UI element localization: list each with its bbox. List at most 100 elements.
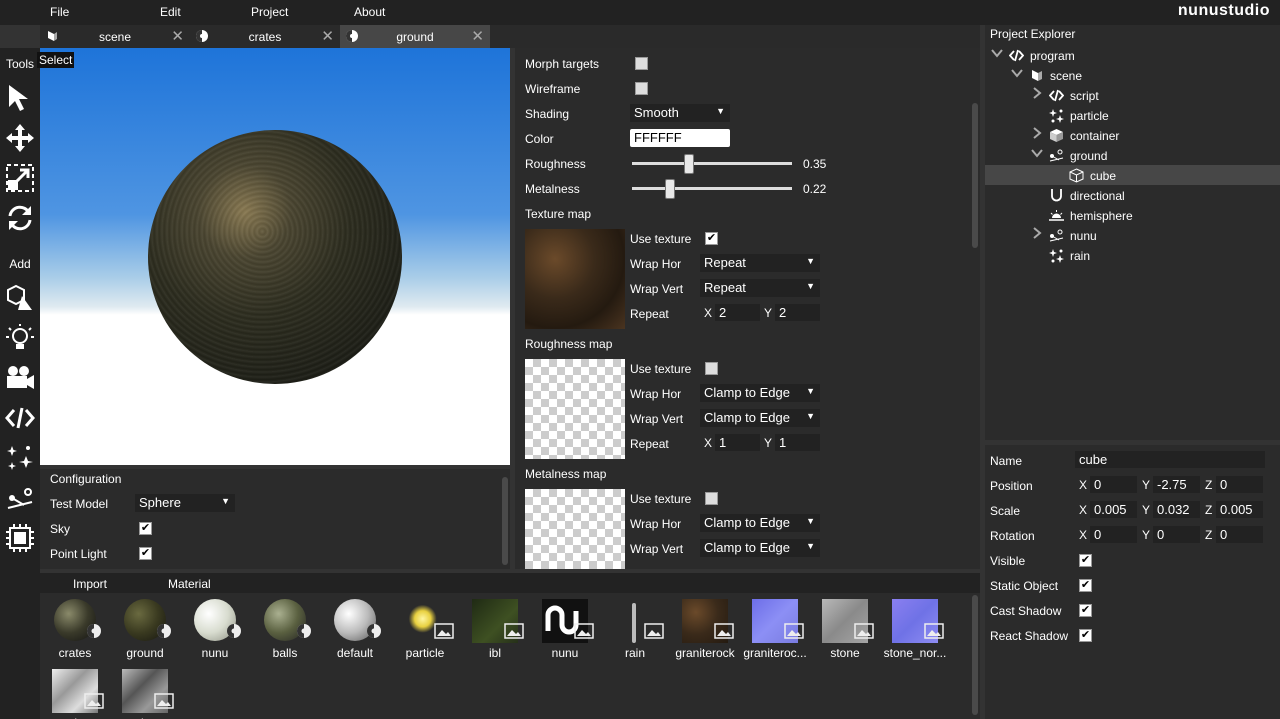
texture-wrap-vert-dropdown[interactable]: Repeat ▼ bbox=[700, 279, 820, 297]
metalness-slider-handle[interactable] bbox=[665, 179, 675, 199]
add-light-button[interactable] bbox=[4, 322, 36, 354]
asset-item[interactable]: default bbox=[320, 595, 390, 665]
asset-item[interactable]: nunu bbox=[180, 595, 250, 665]
tab-scene[interactable]: scene ✕ bbox=[40, 25, 190, 48]
tree-item-cube[interactable]: cube bbox=[985, 165, 1280, 185]
tab-ground[interactable]: ground ✕ bbox=[340, 25, 490, 48]
asset-scrollbar[interactable] bbox=[972, 595, 978, 715]
color-field[interactable]: FFFFFF bbox=[630, 129, 730, 147]
metalness-map-preview[interactable] bbox=[525, 489, 625, 569]
texture-repeat-x-input[interactable]: 2 bbox=[715, 304, 760, 321]
add-model-button[interactable] bbox=[4, 282, 36, 314]
asset-item[interactable]: metalness bbox=[40, 665, 110, 719]
add-camera-button[interactable] bbox=[4, 362, 36, 394]
metalness-value: 0.22 bbox=[803, 182, 827, 196]
roughness-wrap-vert-dropdown[interactable]: Clamp to Edge ▼ bbox=[700, 409, 820, 427]
asset-item[interactable]: nunu bbox=[530, 595, 600, 665]
add-misc-button[interactable] bbox=[4, 522, 36, 554]
rotation-x-input[interactable]: 0 bbox=[1090, 526, 1137, 543]
roughness-map-title: Roughness map bbox=[525, 337, 613, 351]
roughness-repeat-x-input[interactable]: 1 bbox=[715, 434, 760, 451]
position-y-input[interactable]: -2.75 bbox=[1153, 476, 1200, 493]
position-z-input[interactable]: 0 bbox=[1216, 476, 1263, 493]
move-tool-button[interactable] bbox=[4, 122, 36, 154]
morph-targets-checkbox[interactable] bbox=[635, 57, 648, 70]
texture-use-checkbox[interactable]: ✔ bbox=[705, 232, 718, 245]
image-icon bbox=[784, 623, 804, 639]
tree-item-scene[interactable]: scene bbox=[985, 65, 1280, 85]
metalness-slider-track[interactable] bbox=[632, 187, 792, 190]
roughness-map-preview[interactable] bbox=[525, 359, 625, 459]
name-input[interactable]: cube bbox=[1075, 451, 1265, 468]
menu-edit[interactable]: Edit bbox=[160, 5, 181, 19]
tree-item-hemisphere[interactable]: hemisphere bbox=[985, 205, 1280, 225]
roughness-slider-track[interactable] bbox=[632, 162, 792, 165]
asset-item[interactable]: stone bbox=[810, 595, 880, 665]
roughness-repeat-y-input[interactable]: 1 bbox=[775, 434, 820, 451]
test-model-dropdown[interactable]: Sphere ▼ bbox=[135, 494, 235, 512]
asset-item[interactable]: balls bbox=[250, 595, 320, 665]
asset-item[interactable]: crates bbox=[40, 595, 110, 665]
asset-item[interactable]: rain bbox=[600, 595, 670, 665]
scale-tool-button[interactable] bbox=[4, 162, 36, 194]
tree-item-rain[interactable]: rain bbox=[985, 245, 1280, 265]
asset-item[interactable]: particle bbox=[390, 595, 460, 665]
texture-repeat-y-input[interactable]: 2 bbox=[775, 304, 820, 321]
menu-project[interactable]: Project bbox=[251, 5, 288, 19]
add-script-button[interactable] bbox=[4, 402, 36, 434]
material-menu[interactable]: Material bbox=[168, 577, 211, 591]
chip-icon bbox=[6, 524, 34, 552]
texture-map-preview[interactable] bbox=[525, 229, 625, 329]
asset-item[interactable]: ground bbox=[110, 595, 180, 665]
tree-item-ground[interactable]: ground bbox=[985, 145, 1280, 165]
tree-item-container[interactable]: container bbox=[985, 125, 1280, 145]
wireframe-checkbox[interactable] bbox=[635, 82, 648, 95]
cast-shadow-checkbox[interactable]: ✔ bbox=[1079, 604, 1092, 617]
roughness-wrap-hor-dropdown[interactable]: Clamp to Edge ▼ bbox=[700, 384, 820, 402]
material-preview-viewport[interactable] bbox=[40, 48, 510, 465]
scale-x-input[interactable]: 0.005 bbox=[1090, 501, 1137, 518]
roughness-use-checkbox[interactable] bbox=[705, 362, 718, 375]
material-scrollbar[interactable] bbox=[972, 103, 978, 248]
close-icon[interactable]: ✕ bbox=[321, 27, 334, 45]
config-scrollbar[interactable] bbox=[502, 477, 508, 565]
tree-item-script[interactable]: script bbox=[985, 85, 1280, 105]
repeat-x-label: X bbox=[704, 306, 713, 320]
scale-y-input[interactable]: 0.032 bbox=[1153, 501, 1200, 518]
tab-crates[interactable]: crates ✕ bbox=[190, 25, 340, 48]
close-icon[interactable]: ✕ bbox=[471, 27, 484, 45]
position-x-input[interactable]: 0 bbox=[1090, 476, 1137, 493]
point-light-checkbox[interactable]: ✔ bbox=[139, 547, 152, 560]
sky-checkbox[interactable]: ✔ bbox=[139, 522, 152, 535]
select-tool-button[interactable] bbox=[4, 82, 36, 114]
texture-wrap-hor-dropdown[interactable]: Repeat ▼ bbox=[700, 254, 820, 272]
tree-item-particle[interactable]: particle bbox=[985, 105, 1280, 125]
menu-file[interactable]: File bbox=[50, 5, 69, 19]
visible-checkbox[interactable]: ✔ bbox=[1079, 554, 1092, 567]
tree-item-directional[interactable]: directional bbox=[985, 185, 1280, 205]
add-physics-button[interactable] bbox=[4, 482, 36, 514]
asset-item[interactable]: graniterock bbox=[670, 595, 740, 665]
scale-z-input[interactable]: 0.005 bbox=[1216, 501, 1263, 518]
asset-item[interactable]: stone_nor... bbox=[880, 595, 950, 665]
metalness-wrap-hor-dropdown[interactable]: Clamp to Edge ▼ bbox=[700, 514, 820, 532]
axis-y-label: Y bbox=[1142, 478, 1151, 492]
rotate-tool-button[interactable] bbox=[4, 202, 36, 234]
static-object-checkbox[interactable]: ✔ bbox=[1079, 579, 1092, 592]
rotation-z-input[interactable]: 0 bbox=[1216, 526, 1263, 543]
asset-item[interactable]: graniteroc... bbox=[740, 595, 810, 665]
shading-dropdown[interactable]: Smooth ▼ bbox=[630, 104, 730, 122]
tree-item-nunu[interactable]: nunu bbox=[985, 225, 1280, 245]
roughness-slider-handle[interactable] bbox=[684, 154, 694, 174]
rotation-y-input[interactable]: 0 bbox=[1153, 526, 1200, 543]
metalness-use-checkbox[interactable] bbox=[705, 492, 718, 505]
menu-about[interactable]: About bbox=[354, 5, 385, 19]
react-shadow-checkbox[interactable]: ✔ bbox=[1079, 629, 1092, 642]
tree-item-program[interactable]: program bbox=[985, 45, 1280, 65]
add-effects-button[interactable] bbox=[4, 442, 36, 474]
close-icon[interactable]: ✕ bbox=[171, 27, 184, 45]
asset-item[interactable]: ibl bbox=[460, 595, 530, 665]
asset-item[interactable]: roughness bbox=[110, 665, 180, 719]
import-menu[interactable]: Import bbox=[73, 577, 107, 591]
metalness-wrap-vert-dropdown[interactable]: Clamp to Edge ▼ bbox=[700, 539, 820, 557]
